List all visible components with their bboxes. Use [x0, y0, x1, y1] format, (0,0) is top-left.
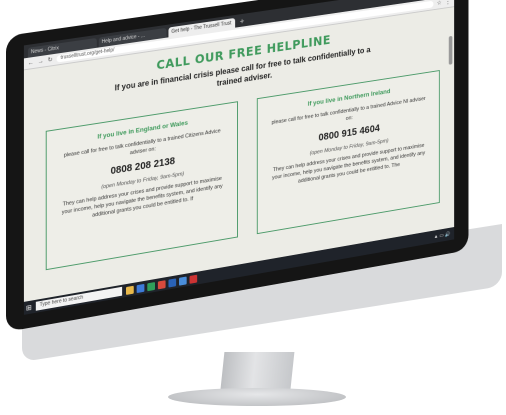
menu-icon[interactable]: ⋮	[445, 0, 450, 6]
windows-start-icon[interactable]: ⊞	[26, 303, 32, 312]
back-arrow-icon[interactable]: ←	[28, 59, 34, 66]
new-tab-button[interactable]: +	[237, 16, 247, 27]
taskbar-app-icon[interactable]	[157, 279, 166, 289]
taskbar-app-icon[interactable]	[125, 285, 134, 295]
monitor-stand-base	[168, 388, 346, 406]
taskbar-app-icon[interactable]	[178, 276, 187, 286]
taskbar-app-icon[interactable]	[136, 283, 145, 293]
reload-icon[interactable]: ↻	[48, 56, 53, 64]
system-tray[interactable]: ▲ ▭ 🔊	[434, 230, 454, 240]
helpline-card-england-wales: If you live in England or Wales please c…	[45, 101, 238, 271]
taskbar-app-icon[interactable]	[189, 274, 198, 284]
scrollbar-thumb[interactable]	[448, 35, 453, 65]
screen: News - Citrix Help and advice - ... Get …	[23, 0, 455, 315]
taskbar-app-icon[interactable]	[168, 277, 177, 288]
forward-arrow-icon[interactable]: →	[38, 58, 44, 65]
star-icon[interactable]: ☆	[437, 0, 442, 7]
helpline-card-northern-ireland: If you live in Northern Ireland please c…	[256, 70, 440, 235]
taskbar-app-icon[interactable]	[147, 281, 155, 291]
